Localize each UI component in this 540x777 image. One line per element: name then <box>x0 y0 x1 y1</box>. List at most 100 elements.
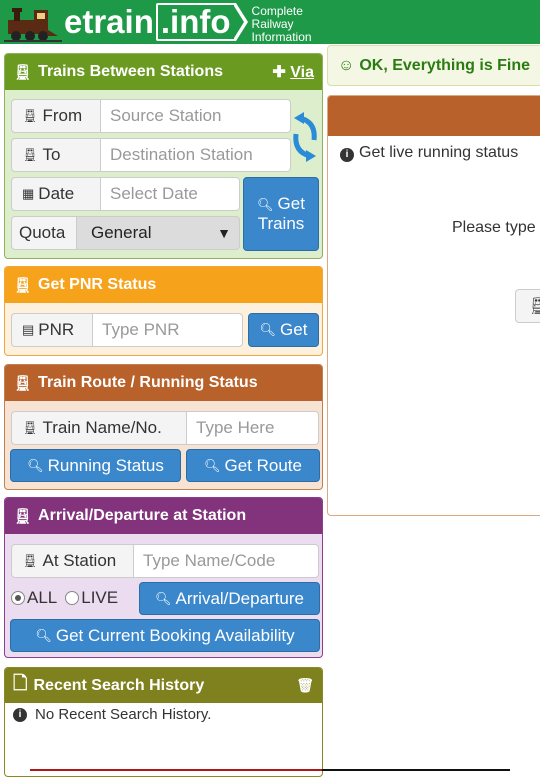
locomotive-icon <box>4 8 62 42</box>
train-name-addon: 🚆︎ Train Name/No. <box>11 411 187 445</box>
content-info: i Get live running status <box>340 144 518 162</box>
content-info-text: Get live running status <box>359 144 519 161</box>
train-front-icon: 🚆︎ <box>528 298 540 315</box>
pnr-addon: ▤ PNR <box>11 313 93 347</box>
get-trains-label-2: Trains <box>257 214 305 233</box>
logo-tagline: Complete Railway Information <box>251 3 312 44</box>
arrival-departure-button[interactable]: 🔍︎ Arrival/Departure <box>139 582 320 615</box>
quota-addon: Quota <box>11 216 77 250</box>
booking-availability-button[interactable]: 🔍︎ Get Current Booking Availability <box>10 619 320 652</box>
swap-stations-icon[interactable] <box>290 112 320 162</box>
from-addon: 🚆︎ From <box>11 99 101 133</box>
from-row: 🚆︎ From Source Station <box>11 99 291 133</box>
pnr-input[interactable]: Type PNR <box>93 313 243 347</box>
calendar-icon: ▦ <box>22 186 35 201</box>
get-route-button[interactable]: 🔍︎ Get Route <box>186 449 320 482</box>
radio-all[interactable] <box>11 591 25 605</box>
smile-icon: ☺ <box>338 56 355 74</box>
pnr-header: 🚆︎ Get PNR Status <box>5 267 322 303</box>
via-link[interactable]: ✚ Via <box>272 62 314 82</box>
content-instruction: Please type <box>452 219 536 236</box>
site-logo[interactable]: etrain .info Complete Railway Informatio… <box>4 0 312 44</box>
search-icon: 🔍︎ <box>257 197 274 212</box>
radio-live-label: LIVE <box>81 588 119 607</box>
trains-between-header: 🚆︎ Trains Between Stations ✚ Via <box>5 54 322 90</box>
get-trains-label-1: Get <box>277 194 305 213</box>
train-icon: 🚆︎ <box>13 277 33 294</box>
search-icon: 🔍︎ <box>259 322 277 337</box>
arrival-departure-label: Arrival/Departure <box>175 588 305 608</box>
history-header: 🗋︎ Recent Search History 🗑︎ <box>5 668 322 703</box>
to-row: 🚆︎ To Destination Station <box>11 138 291 172</box>
running-status-label: Running Status <box>47 455 164 475</box>
pnr-row: ▤ PNR Type PNR <box>11 313 243 347</box>
date-addon: ▦ Date <box>11 177 101 211</box>
radio-live[interactable] <box>65 591 80 605</box>
train-name-input[interactable]: Type Here <box>187 411 319 445</box>
train-front-icon: 🚆︎ <box>22 420 39 435</box>
arrival-title: Arrival/Departure at Station <box>38 507 247 524</box>
dropdown-arrow-icon: ▼ <box>217 225 231 241</box>
tagline-line-1: Complete <box>251 3 303 18</box>
date-input[interactable]: Select Date <box>101 177 240 211</box>
view-filter: ALL LIVE <box>11 588 118 608</box>
radio-all-label: ALL <box>27 588 58 607</box>
history-empty-text: No Recent Search History. <box>35 706 212 723</box>
trains-between-title: Trains Between Stations <box>38 63 223 80</box>
booking-availability-label: Get Current Booking Availability <box>55 625 295 645</box>
content-panel-header <box>328 96 540 136</box>
plus-icon: ✚ <box>272 64 291 81</box>
to-label: To <box>42 145 61 164</box>
route-panel: 🚆︎ Train Route / Running Status 🚆︎ Train… <box>4 364 323 490</box>
via-link-label: Via <box>290 64 314 81</box>
station-input[interactable]: Type Name/Code <box>134 544 319 578</box>
pnr-panel: 🚆︎ Get PNR Status ▤ PNR Type PNR 🔍︎ Get <box>4 266 323 356</box>
route-title: Train Route / Running Status <box>38 374 258 391</box>
train-icon: 🚆︎ <box>13 375 33 392</box>
content-action-button[interactable]: 🚆︎ <box>515 289 540 323</box>
get-pnr-label: Get <box>280 320 308 339</box>
logo-text: etrain .info <box>64 3 248 41</box>
info-icon: i <box>13 707 27 722</box>
tagline-line-2: Railway <box>251 16 294 31</box>
history-title: Recent Search History <box>33 676 205 694</box>
source-station-input[interactable]: Source Station <box>101 99 291 133</box>
quota-label: Quota <box>19 223 66 242</box>
train-name-row: 🚆︎ Train Name/No. Type Here <box>11 411 319 445</box>
from-label: From <box>42 106 83 125</box>
running-status-button[interactable]: 🔍︎ Running Status <box>10 449 181 482</box>
content-panel: i Get live running status Please type 🚆︎ <box>327 95 540 516</box>
logo-brand: etrain <box>64 3 154 40</box>
train-front-icon: 🚆︎ <box>22 108 39 123</box>
route-header: 🚆︎ Train Route / Running Status <box>5 365 322 401</box>
arrival-header: 🚆︎ Arrival/Departure at Station <box>5 498 322 534</box>
date-label: Date <box>38 184 75 203</box>
trash-icon[interactable]: 🗑︎ <box>296 677 314 694</box>
get-route-label: Get Route <box>224 455 303 475</box>
history-empty: i No Recent Search History. <box>13 706 211 723</box>
pnr-label: PNR <box>38 320 75 339</box>
status-text: OK, Everything is Fine <box>359 56 531 74</box>
date-row: ▦ Date Select Date <box>11 177 240 211</box>
quota-row: Quota General ▼ <box>11 216 240 250</box>
train-icon: 🚆︎ <box>13 508 33 525</box>
destination-station-input[interactable]: Destination Station <box>101 138 291 172</box>
to-addon: 🚆︎ To <box>11 138 101 172</box>
site-header: etrain .info Complete Railway Informatio… <box>0 0 540 44</box>
logo-arrow-icon <box>233 3 248 41</box>
arrival-panel: 🚆︎ Arrival/Departure at Station 🚆︎ At St… <box>4 497 323 658</box>
train-front-icon: 🚆︎ <box>22 553 39 568</box>
info-icon: i <box>340 148 354 162</box>
ticket-icon: ▤ <box>22 322 35 337</box>
search-icon: 🔍︎ <box>35 627 52 643</box>
at-station-addon: 🚆︎ At Station <box>11 544 134 578</box>
history-panel: 🗋︎ Recent Search History 🗑︎ i No Recent … <box>4 667 323 777</box>
get-trains-button[interactable]: 🔍︎ Get Trains <box>243 177 319 251</box>
search-icon: 🔍︎ <box>154 590 172 606</box>
file-icon: 🗋︎ <box>13 672 28 693</box>
get-pnr-button[interactable]: 🔍︎ Get <box>248 313 319 347</box>
quota-select[interactable]: General ▼ <box>77 216 240 250</box>
status-message: ☺ OK, Everything is Fine <box>327 45 540 86</box>
at-station-row: 🚆︎ At Station Type Name/Code <box>11 544 319 578</box>
pnr-title: Get PNR Status <box>38 276 157 293</box>
